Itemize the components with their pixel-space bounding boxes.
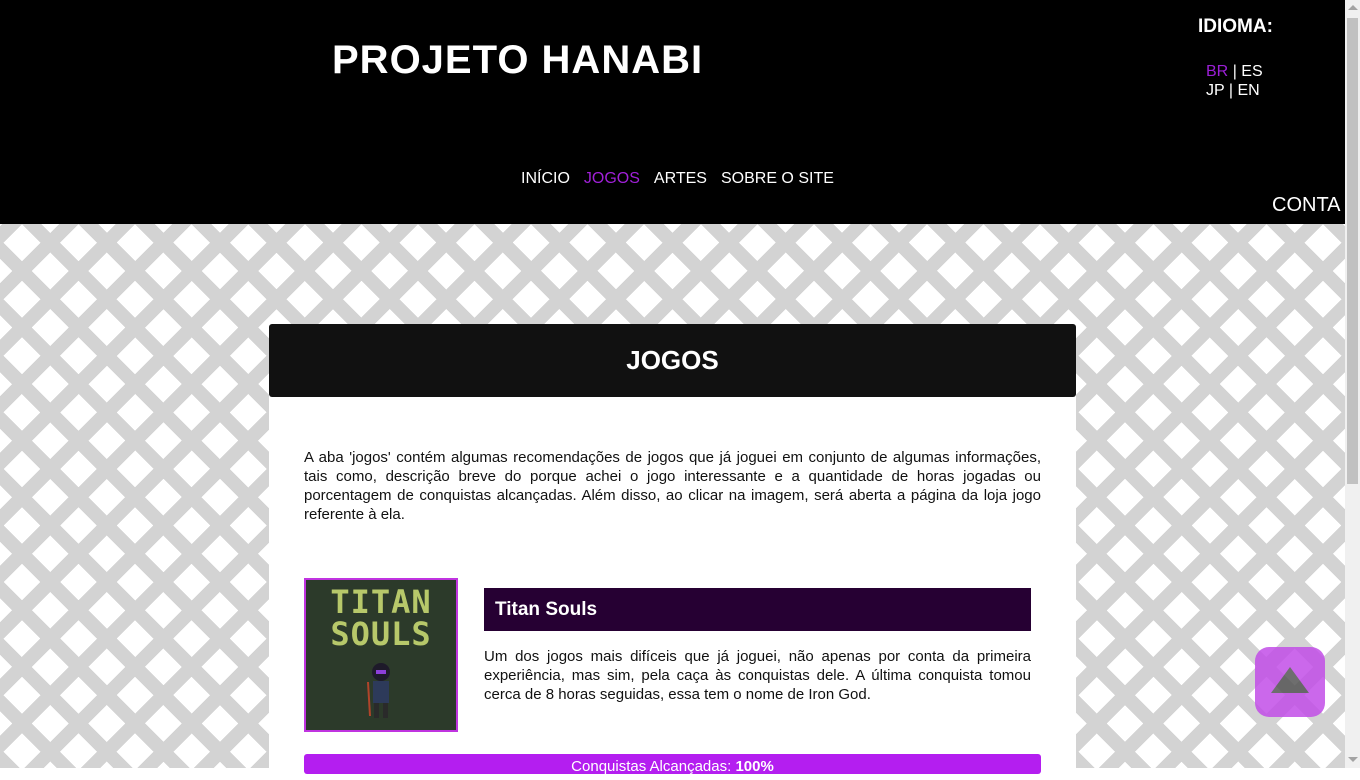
intro-text: A aba 'jogos' contém algumas recomendaçõ… bbox=[304, 449, 1041, 523]
account-link[interactable]: CONTA bbox=[1272, 194, 1341, 217]
game-cover-image[interactable]: TITAN SOULS bbox=[304, 578, 458, 732]
language-separator: | bbox=[1228, 82, 1233, 99]
game-description: Um dos jogos mais difíceis que já joguei… bbox=[484, 648, 1031, 703]
game-cover-logo: TITAN SOULS bbox=[330, 583, 432, 653]
game-title-bar: Titan Souls bbox=[484, 588, 1031, 631]
language-row-1: BR | ES bbox=[1206, 63, 1263, 81]
language-label: IDIOMA: bbox=[1198, 16, 1273, 37]
language-es-link[interactable]: ES bbox=[1241, 63, 1262, 80]
language-en-link[interactable]: EN bbox=[1237, 82, 1259, 99]
language-br-link[interactable]: BR bbox=[1206, 63, 1228, 80]
up-triangle-icon bbox=[1271, 667, 1309, 693]
language-row-2: JP | EN bbox=[1206, 82, 1260, 100]
language-separator: | bbox=[1232, 63, 1237, 80]
character-figure-icon bbox=[367, 663, 390, 718]
nav-item-artes[interactable]: ARTES bbox=[654, 170, 707, 188]
page-scrollbar[interactable] bbox=[1345, 0, 1360, 768]
nav-item-sobre[interactable]: SOBRE O SITE bbox=[721, 170, 834, 188]
site-header: PROJETO HANABI IDIOMA: BR | ES JP | EN I… bbox=[0, 0, 1345, 224]
scroll-thumb[interactable] bbox=[1347, 18, 1358, 484]
section-header: JOGOS bbox=[269, 324, 1076, 397]
back-to-top-button[interactable] bbox=[1255, 647, 1325, 717]
achievements-progress-bar: Conquistas Alcançadas: 100% bbox=[304, 754, 1041, 775]
main-content: JOGOS A aba 'jogos' contém algumas recom… bbox=[269, 324, 1076, 775]
scroll-up-arrow-icon[interactable] bbox=[1348, 5, 1358, 10]
nav-item-inicio[interactable]: INÍCIO bbox=[521, 170, 570, 188]
language-jp-link[interactable]: JP bbox=[1206, 82, 1224, 99]
achievements-label: Conquistas Alcançadas: bbox=[571, 758, 736, 775]
achievements-value: 100% bbox=[735, 758, 774, 775]
main-nav: INÍCIO JOGOS ARTES SOBRE O SITE bbox=[521, 170, 848, 188]
game-title: Titan Souls bbox=[495, 599, 598, 620]
nav-item-jogos[interactable]: JOGOS bbox=[584, 170, 640, 188]
site-title[interactable]: PROJETO HANABI bbox=[332, 38, 703, 83]
scroll-down-arrow-icon[interactable] bbox=[1348, 757, 1358, 762]
section-title: JOGOS bbox=[626, 345, 719, 375]
